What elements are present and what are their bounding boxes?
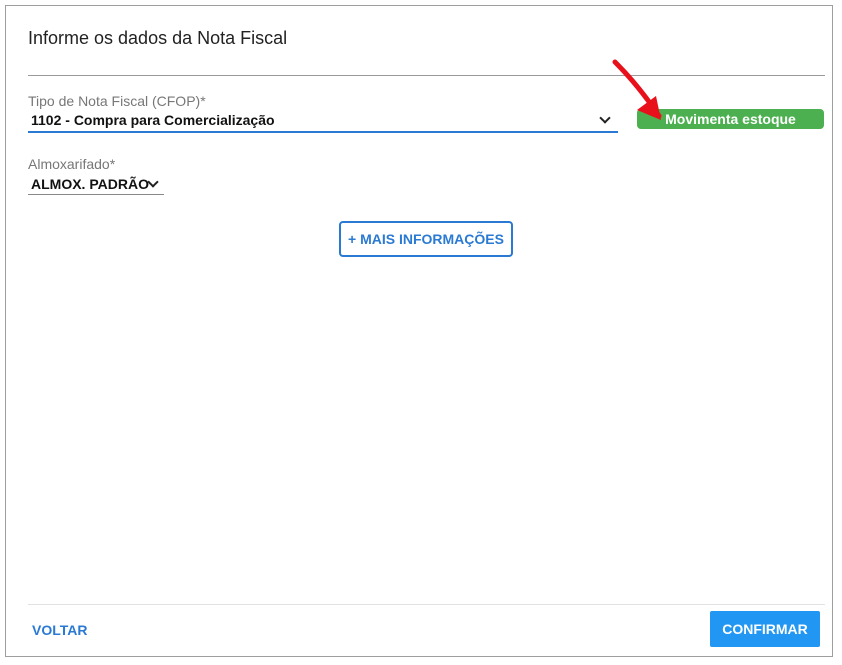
- cfop-select-value: 1102 - Compra para Comercialização: [31, 112, 275, 128]
- almoxarifado-select-value: ALMOX. PADRÃO: [31, 176, 149, 192]
- dialog-title: Informe os dados da Nota Fiscal: [28, 28, 288, 48]
- red-arrow-icon: [612, 59, 662, 120]
- chevron-down-icon: [147, 176, 159, 188]
- confirm-button[interactable]: CONFIRMAR: [710, 611, 820, 647]
- back-button[interactable]: VOLTAR: [32, 622, 87, 638]
- title-divider: [28, 75, 825, 76]
- nota-fiscal-dialog: Informe os dados da Nota Fiscal Tipo de …: [5, 5, 833, 657]
- almoxarifado-label: Almoxarifado*: [28, 156, 116, 172]
- cfop-label: Tipo de Nota Fiscal (CFOP)*: [28, 93, 206, 109]
- almoxarifado-select[interactable]: ALMOX. PADRÃO: [28, 173, 164, 195]
- more-info-button[interactable]: + MAIS INFORMAÇÕES: [339, 221, 513, 257]
- footer-divider: [28, 604, 825, 605]
- cfop-select[interactable]: 1102 - Compra para Comercialização: [28, 109, 618, 133]
